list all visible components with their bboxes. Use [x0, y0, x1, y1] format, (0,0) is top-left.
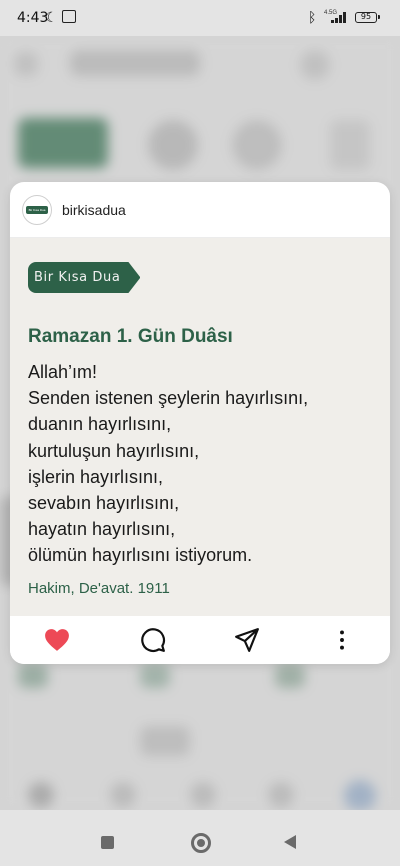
- body-line: sevabın hayırlısını,: [28, 493, 180, 514]
- brand-badge: Bir Kısa Dua: [28, 262, 140, 293]
- status-time: 4:43: [17, 10, 49, 26]
- heart-icon[interactable]: [44, 627, 70, 653]
- battery-icon: 95: [355, 12, 380, 23]
- body-line: kurtuluşun hayırlısını,: [28, 440, 200, 461]
- post-header: Bir Kısa Dua birkisadua: [10, 182, 390, 238]
- signal-icon: [331, 11, 349, 23]
- do-not-disturb-icon: ☾: [45, 9, 58, 25]
- post-title: Ramazan 1. Gün Duâsı: [28, 326, 233, 347]
- avatar[interactable]: Bir Kısa Dua: [22, 194, 52, 225]
- more-icon[interactable]: [329, 627, 355, 653]
- action-bar: [10, 616, 390, 664]
- avatar-logo: Bir Kısa Dua: [26, 205, 48, 214]
- send-icon[interactable]: [234, 627, 260, 653]
- body-line: duanın hayırlısını,: [28, 414, 172, 435]
- bluetooth-icon: ᛒ: [308, 9, 317, 25]
- username[interactable]: birkisadua: [62, 202, 126, 218]
- post-image: Bir Kısa Dua Ramazan 1. Gün Duâsı Allah’…: [10, 238, 390, 616]
- body-line: ölümün hayırlısını istiyorum.: [28, 545, 253, 566]
- post-body: Allah’ım! Senden istenen şeylerin hayırl…: [28, 359, 308, 569]
- body-line: Senden istenen şeylerin hayırlısını,: [28, 388, 309, 409]
- system-navigation-bar: [0, 810, 400, 866]
- post-source: Hakim, De'avat. 1911: [28, 580, 170, 597]
- post-preview-card: Bir Kısa Dua birkisadua Bir Kısa Dua Ram…: [10, 182, 390, 664]
- gallery-notification-icon: [62, 10, 76, 23]
- body-line: Allah’ım!: [28, 362, 98, 382]
- home-button[interactable]: [191, 833, 211, 853]
- body-line: hayatın hayırlısını,: [28, 519, 176, 540]
- status-bar: 4:43 ☾ ᛒ 4.5G 95: [0, 0, 400, 36]
- body-line: işlerin hayırlısını,: [28, 466, 164, 487]
- comment-icon[interactable]: [140, 627, 166, 653]
- back-button[interactable]: [284, 835, 296, 849]
- recents-button[interactable]: [101, 836, 114, 849]
